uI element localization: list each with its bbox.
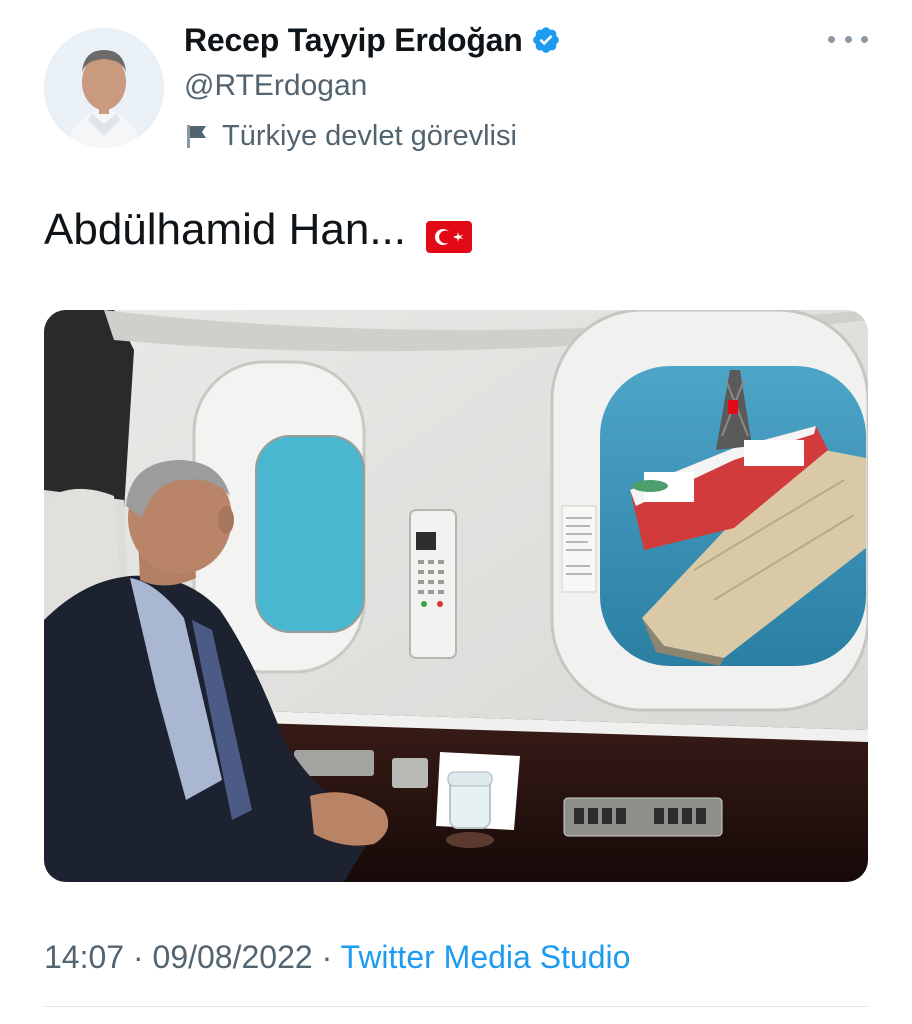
more-dot xyxy=(828,35,835,43)
flag-icon xyxy=(184,122,210,150)
tweet-source-link[interactable]: Twitter Media Studio xyxy=(341,939,631,975)
author-header: Recep Tayyip Erdoğan @RTErdogan Türkiye … xyxy=(184,18,561,156)
turkey-flag-icon xyxy=(426,214,472,253)
avatar-photo xyxy=(44,28,164,148)
meta-separator: · xyxy=(321,939,333,975)
display-name[interactable]: Recep Tayyip Erdoğan xyxy=(184,22,523,59)
more-dot xyxy=(844,35,852,43)
divider xyxy=(44,1006,868,1007)
more-dot xyxy=(861,35,868,43)
meta-separator: · xyxy=(132,939,144,975)
display-name-row: Recep Tayyip Erdoğan xyxy=(184,18,561,62)
tweet-body: Abdülhamid Han... xyxy=(44,200,472,260)
affiliation-label: Türkiye devlet görevlisi xyxy=(184,116,561,156)
tweet-time[interactable]: 14:07 xyxy=(44,939,124,975)
more-options-icon[interactable] xyxy=(828,28,868,50)
tweet-date[interactable]: 09/08/2022 xyxy=(153,939,313,975)
affiliation-label-text: Türkiye devlet görevlisi xyxy=(222,119,517,152)
tweet-media[interactable] xyxy=(44,310,868,882)
tweet-photo xyxy=(44,310,868,882)
tweet-meta: 14:07 · 09/08/2022 · Twitter Media Studi… xyxy=(44,930,630,984)
verified-badge-icon xyxy=(531,25,561,55)
tweet-text: Abdülhamid Han... xyxy=(44,205,406,254)
avatar[interactable] xyxy=(44,28,164,148)
handle[interactable]: @RTErdogan xyxy=(184,66,561,106)
